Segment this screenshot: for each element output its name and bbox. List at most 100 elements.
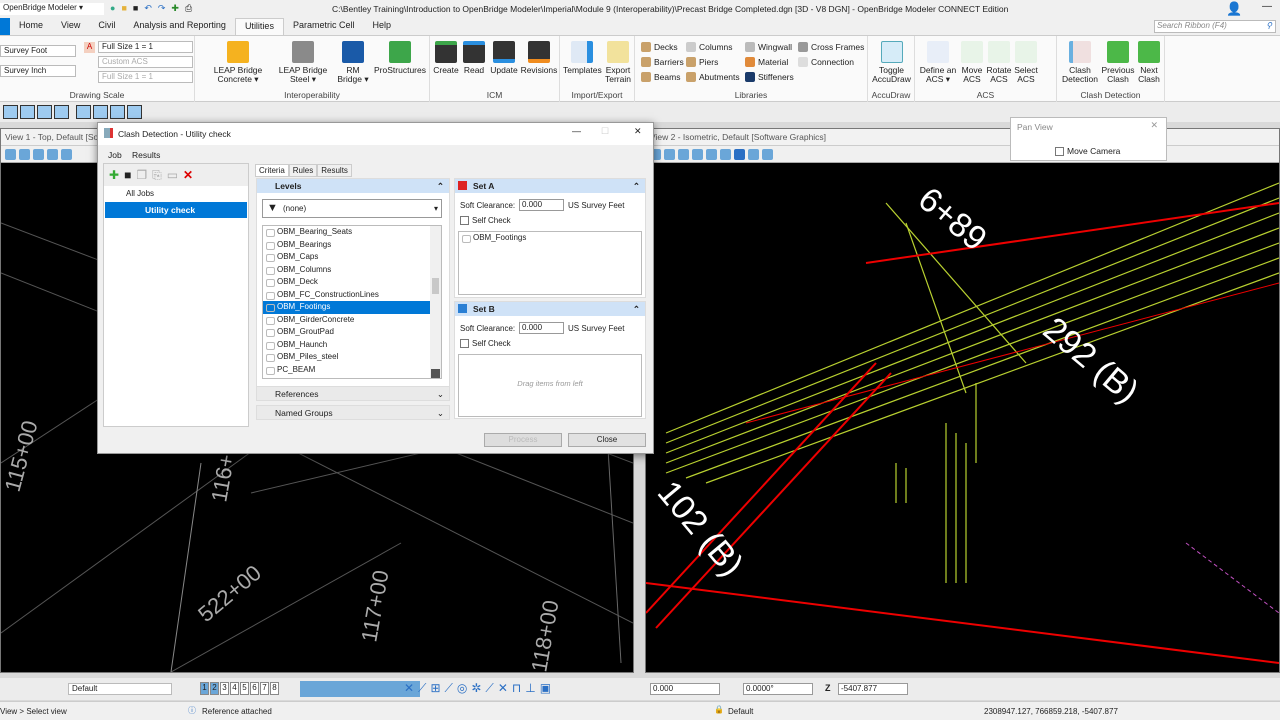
collapse-icon[interactable]: ⌃ [437,181,444,192]
z-input[interactable]: -5407.877 [838,683,908,695]
set-b-self-check[interactable]: Self Check [460,339,511,349]
set-b-header[interactable]: Set B ⌃ [455,302,645,316]
collapse-icon[interactable]: ⌃ [633,304,640,315]
set-a-header[interactable]: Set A ⌃ [455,179,645,193]
user-account-icon[interactable]: 👤 [1226,1,1242,17]
level-item[interactable]: PC_BEAM [263,364,430,377]
close-dialog-button[interactable]: Close [568,433,646,447]
tab-criteria[interactable]: Criteria [255,164,289,177]
view-2-canvas[interactable]: 6+89 292 (B) 102 (B) [646,163,1279,672]
set-a-list[interactable]: OBM_Footings [458,231,642,295]
level-item[interactable]: OBM_Haunch [263,339,430,352]
previous-clash-button[interactable]: Previous Clash [1101,41,1135,84]
tab-utilities[interactable]: Utilities [234,18,284,35]
tab-civil[interactable]: Civil [89,18,124,35]
view-iso-icon[interactable] [110,105,125,119]
view-front-icon[interactable] [76,105,91,119]
x-input[interactable]: 0.000 [650,683,720,695]
unit1-select[interactable]: Survey Foot [0,45,76,57]
scroll-down-button[interactable] [431,369,440,378]
menu-job[interactable]: Job [108,150,122,160]
process-button[interactable]: Process [484,433,562,447]
lighting-icon[interactable] [664,148,675,160]
view-1-button[interactable]: 1 [200,682,209,695]
icm-update-button[interactable]: Update [488,41,520,75]
tab-parametric-cell[interactable]: Parametric Cell [284,18,364,35]
add-folder-icon[interactable]: ▭ [167,168,178,182]
level-item[interactable]: OBM_Caps [263,251,430,264]
minimize-button[interactable]: — [572,126,581,136]
view-2-button[interactable]: 2 [210,682,219,695]
abutments-button[interactable]: Abutments [686,72,740,82]
tab-analysis[interactable]: Analysis and Reporting [124,18,235,35]
save-icon[interactable]: ■ [133,3,138,14]
collapse-icon[interactable]: ⌃ [633,181,640,192]
next-clash-button[interactable]: Next Clash [1135,41,1163,84]
user-icon[interactable]: ● [110,3,115,14]
minimize-button[interactable]: — [1262,1,1272,12]
walk-icon[interactable] [748,148,759,160]
move-acs-button[interactable]: Move ACS [959,41,985,84]
tree-all-jobs[interactable]: All Jobs [104,186,248,202]
import-icon[interactable]: ⎘ [152,168,162,183]
view-5-button[interactable]: 5 [240,682,249,695]
templates-button[interactable]: Templates [563,41,602,75]
define-acs-button[interactable]: Define an ACS ▾ [918,41,958,84]
pan-icon[interactable] [734,148,745,160]
cross-frames-button[interactable]: Cross Frames [798,42,864,52]
level-item[interactable]: OBM_Columns [263,264,430,277]
menu-results[interactable]: Results [132,150,160,160]
set-a-soft-clearance-input[interactable]: 0.000 [519,199,564,211]
annotation-scale-icon[interactable]: A [84,42,95,53]
zoom-out-icon[interactable] [61,148,72,160]
view-back-icon[interactable] [93,105,108,119]
view-attributes-icon[interactable] [5,148,16,160]
view-top-icon[interactable] [3,105,18,119]
view-8-button[interactable]: 8 [270,682,279,695]
workflow-select[interactable]: OpenBridge Modeler ▾ [0,3,104,15]
view-left-icon[interactable] [37,105,52,119]
level-item[interactable]: OBM_Bearing_Seats [263,226,430,239]
level-item[interactable]: OBM_Footings [263,301,430,314]
export-terrain-button[interactable]: Export Terrain [602,41,634,84]
accusnap-toolbar[interactable]: ✕⟋⊞⟋◎✲⟋✕⊓⊥▣ [404,681,624,697]
level-item[interactable]: OBM_FC_ConstructionLines [263,289,430,302]
level-item[interactable]: OBM_Deck [263,276,430,289]
view-3-button[interactable]: 3 [220,682,229,695]
copy-icon[interactable]: ❐ [136,168,147,182]
rotate-icon[interactable] [762,148,773,160]
levels-header[interactable]: Levels ⌃ [257,179,449,193]
set-a-item[interactable]: OBM_Footings [459,232,641,245]
wingwall-button[interactable]: Wingwall [745,42,792,52]
rm-bridge-button[interactable]: RM Bridge ▾ [335,41,371,84]
beams-button[interactable]: Beams [641,72,680,82]
new-job-icon[interactable]: ✚ [109,168,119,182]
zoom-out-icon[interactable] [706,148,717,160]
piers-button[interactable]: Piers [686,57,718,67]
level-item[interactable]: OBM_Bearings [263,239,430,252]
columns-button[interactable]: Columns [686,42,733,52]
print-icon[interactable]: ⎙ [185,3,192,14]
rotate-acs-button[interactable]: Rotate ACS [985,41,1013,84]
tab-results[interactable]: Results [317,164,352,177]
view-7-button[interactable]: 7 [260,682,269,695]
set-a-self-check[interactable]: Self Check [460,216,511,226]
snap-toolbar[interactable] [300,681,420,697]
view-4-button[interactable]: 4 [230,682,239,695]
set-b-list[interactable]: Drag items from left [458,354,642,417]
tab-rules[interactable]: Rules [288,164,318,177]
view-6-button[interactable]: 6 [250,682,259,695]
level-item[interactable]: OBM_Piles_steel [263,351,430,364]
move-camera-checkbox[interactable]: Move Camera [1055,146,1120,157]
save-job-icon[interactable]: ■ [124,168,131,182]
scrollbar-thumb[interactable] [432,278,439,294]
display-style-icon[interactable] [19,148,30,160]
icm-create-button[interactable]: Create [432,41,460,75]
level-item[interactable]: OBM_GroutPad [263,326,430,339]
close-button[interactable]: ✕ [634,126,642,137]
lock-icon[interactable]: 🔒 [714,705,724,714]
level-filter-select[interactable]: ▼ (none) ▾ [262,199,442,218]
angle-input[interactable]: 0.0000° [743,683,813,695]
toggle-accudraw-button[interactable]: Toggle AccuDraw [870,41,913,84]
delete-icon[interactable]: ✕ [183,168,193,182]
